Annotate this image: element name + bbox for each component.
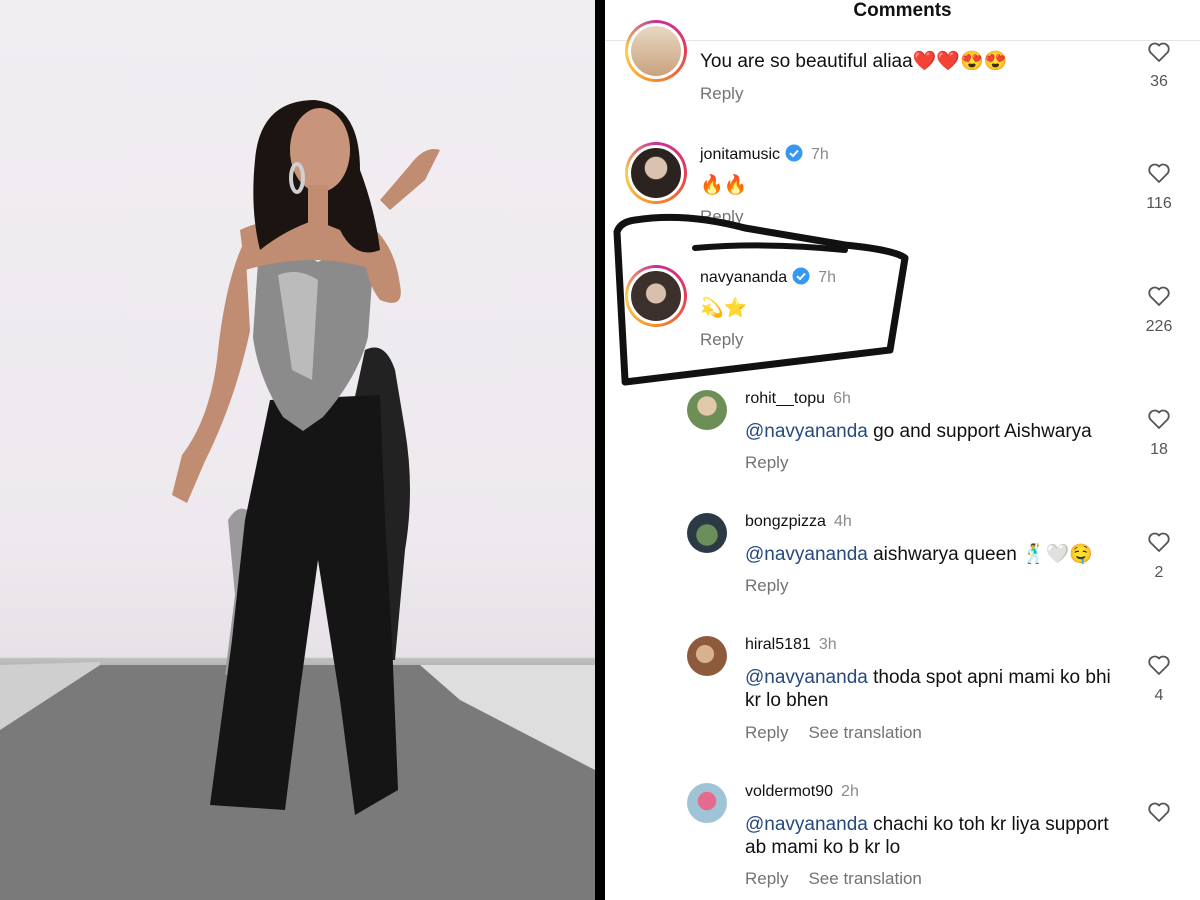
avatar[interactable] xyxy=(687,390,727,430)
reply-item: bongzpizza 4h @navyananda aishwarya queen… xyxy=(605,511,1200,611)
comment-time: 6h xyxy=(833,390,851,407)
runway-photo-illustration xyxy=(0,100,595,900)
avatar[interactable] xyxy=(625,20,687,82)
avatar[interactable] xyxy=(687,636,727,676)
comment-item: jonitamusic 7h 🔥🔥 Reply 116 xyxy=(605,140,1200,240)
like-button[interactable] xyxy=(1146,531,1172,558)
reply-button[interactable]: Reply xyxy=(700,330,743,349)
comments-panel: Comments You are so beautiful aliaa❤️❤️😍… xyxy=(605,0,1200,900)
comment-actions: Reply xyxy=(700,330,763,350)
see-translation-button[interactable]: See translation xyxy=(808,723,921,742)
like-count: 4 xyxy=(1154,687,1164,704)
heart-outline-icon xyxy=(1148,532,1170,552)
comment-actions: Reply See translation xyxy=(745,723,942,743)
reply-item: hiral5181 3h @navyananda thoda spot apni … xyxy=(605,634,1200,759)
comment-username[interactable]: rohit__topu xyxy=(745,390,825,407)
like-count: 116 xyxy=(1146,195,1172,212)
like-button[interactable] xyxy=(1146,408,1172,435)
heart-outline-icon xyxy=(1148,802,1170,822)
comment-username[interactable]: navyananda xyxy=(700,269,787,286)
comment-username[interactable]: jonitamusic xyxy=(700,146,780,163)
avatar[interactable] xyxy=(687,513,727,553)
comment-text: @navyananda go and support Aishwarya xyxy=(745,420,1125,443)
comment-body: aishwarya queen 🕺🤍🤤 xyxy=(867,544,1094,565)
comment-time: 4h xyxy=(833,513,852,530)
avatar[interactable] xyxy=(625,142,687,204)
like-button[interactable] xyxy=(1146,654,1172,681)
comment-text: @navyananda aishwarya queen 🕺🤍🤤 xyxy=(745,543,1125,566)
panel-divider xyxy=(595,0,605,900)
comment-meta: hiral5181 3h xyxy=(745,636,837,654)
comment-text: 🔥🔥 xyxy=(700,175,748,196)
comment-actions: Reply See translation xyxy=(745,869,942,889)
comment-meta: navyananda 7h xyxy=(700,267,836,287)
comment-meta: rohit__topu 6h xyxy=(745,390,851,408)
reply-button[interactable]: Reply xyxy=(745,723,788,742)
reply-item: rohit__topu 6h @navyananda go and support… xyxy=(605,388,1200,488)
like-count: 36 xyxy=(1150,73,1168,90)
comment-meta: voldermot90 2h xyxy=(745,783,859,801)
mention-link[interactable]: @navyananda xyxy=(745,814,868,835)
heart-outline-icon xyxy=(1148,409,1170,429)
comment-meta: bongzpizza 4h xyxy=(745,513,852,531)
avatar[interactable] xyxy=(687,783,727,823)
reply-item: voldermot90 2h @navyananda chachi ko toh … xyxy=(605,781,1200,900)
comment-actions: Reply xyxy=(745,453,808,473)
mention-link[interactable]: @navyananda xyxy=(745,667,868,688)
heart-outline-icon xyxy=(1148,42,1170,62)
see-translation-button[interactable]: See translation xyxy=(808,869,921,888)
comment-meta: jonitamusic 7h xyxy=(700,144,829,164)
comment-text: @navyananda chachi ko toh kr liya suppor… xyxy=(745,813,1125,859)
like-count: 226 xyxy=(1145,318,1173,335)
comment-time: 2h xyxy=(841,783,859,800)
comment-text: You are so beautiful aliaa❤️❤️😍😍 xyxy=(700,51,1008,72)
reply-button[interactable]: Reply xyxy=(745,576,788,595)
comment-item: You are so beautiful aliaa❤️❤️😍😍 Reply 3… xyxy=(605,0,1200,115)
reply-button[interactable]: Reply xyxy=(745,453,788,472)
heart-outline-icon xyxy=(1148,655,1170,675)
like-button[interactable] xyxy=(1146,41,1172,68)
heart-outline-icon xyxy=(1148,286,1170,306)
comment-item: navyananda 7h 💫⭐ Reply 226 xyxy=(605,263,1200,363)
comment-body: go and support Aishwarya xyxy=(867,421,1092,442)
comment-text: @navyananda thoda spot apni mami ko bhi … xyxy=(745,666,1125,712)
like-button[interactable] xyxy=(1146,801,1172,828)
like-button[interactable] xyxy=(1146,285,1172,312)
comment-time: 7h xyxy=(811,146,829,163)
mention-link[interactable]: @navyananda xyxy=(745,421,868,442)
runway-photo xyxy=(0,0,595,900)
comment-actions: Reply xyxy=(700,207,763,227)
mention-link[interactable]: @navyananda xyxy=(745,544,868,565)
verified-badge-icon xyxy=(785,144,803,162)
reply-button[interactable]: Reply xyxy=(700,207,743,226)
heart-outline-icon xyxy=(1148,163,1170,183)
reply-button[interactable]: Reply xyxy=(700,84,743,103)
comment-time: 3h xyxy=(818,636,837,653)
comment-username[interactable]: bongzpizza xyxy=(745,513,826,530)
comment-actions: Reply xyxy=(745,576,808,596)
comment-time: 7h xyxy=(818,269,836,286)
comment-username[interactable]: voldermot90 xyxy=(745,783,833,800)
comment-text: 💫⭐ xyxy=(700,298,748,319)
like-button[interactable] xyxy=(1146,162,1172,189)
reply-button[interactable]: Reply xyxy=(745,869,788,888)
comment-username[interactable]: hiral5181 xyxy=(745,636,811,653)
like-count: 18 xyxy=(1150,441,1168,458)
comment-actions: Reply xyxy=(700,84,763,104)
like-count: 2 xyxy=(1154,564,1164,581)
verified-badge-icon xyxy=(792,267,810,285)
avatar[interactable] xyxy=(625,265,687,327)
